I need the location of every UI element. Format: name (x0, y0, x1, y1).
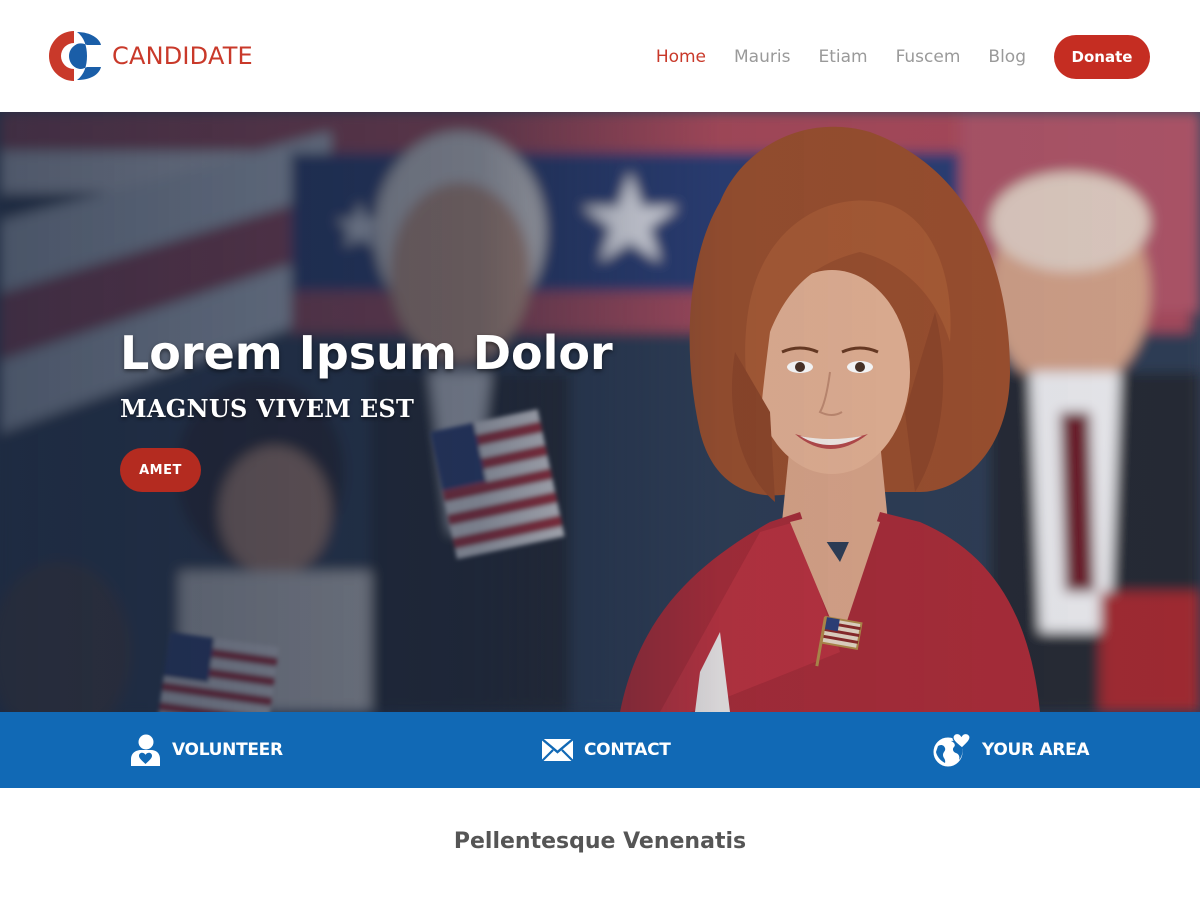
nav-fuscem[interactable]: Fuscem (896, 47, 961, 67)
your-area-label: YOUR AREA (982, 740, 1090, 760)
volunteer-icon (131, 734, 160, 766)
main-nav: Home Mauris Etiam Fuscem Blog Donate (656, 35, 1150, 79)
contact-link[interactable]: CONTACT (541, 712, 671, 788)
envelope-icon (541, 738, 574, 762)
brand-logo[interactable]: CANDIDATE (47, 29, 253, 83)
candidate-logo-icon (48, 30, 101, 81)
hero-subtitle: MAGNUS VIVEM EST (120, 394, 415, 423)
section-title: Pellentesque Venenatis (453, 829, 747, 854)
nav-home[interactable]: Home (656, 47, 706, 67)
nav-etiam[interactable]: Etiam (818, 47, 867, 67)
site-header: CANDIDATE Home Mauris Etiam Fuscem Blog … (0, 0, 1200, 112)
donate-button[interactable]: Donate (1054, 35, 1150, 79)
volunteer-label: VOLUNTEER (172, 740, 283, 760)
nav-mauris[interactable]: Mauris (734, 47, 790, 67)
hero-banner: Lorem Ipsum Dolor MAGNUS VIVEM EST AMET (0, 112, 1200, 712)
action-bar: VOLUNTEER CONTACT YOUR AREA (0, 712, 1200, 788)
brand-name: CANDIDATE (112, 42, 253, 70)
hero-title: Lorem Ipsum Dolor (120, 326, 613, 380)
contact-label: CONTACT (584, 740, 671, 760)
volunteer-link[interactable]: VOLUNTEER (129, 712, 283, 788)
nav-blog[interactable]: Blog (988, 47, 1026, 67)
hero-cta-button[interactable]: AMET (120, 448, 201, 492)
your-area-link[interactable]: YOUR AREA (932, 712, 1090, 788)
globe-heart-icon (932, 732, 971, 768)
